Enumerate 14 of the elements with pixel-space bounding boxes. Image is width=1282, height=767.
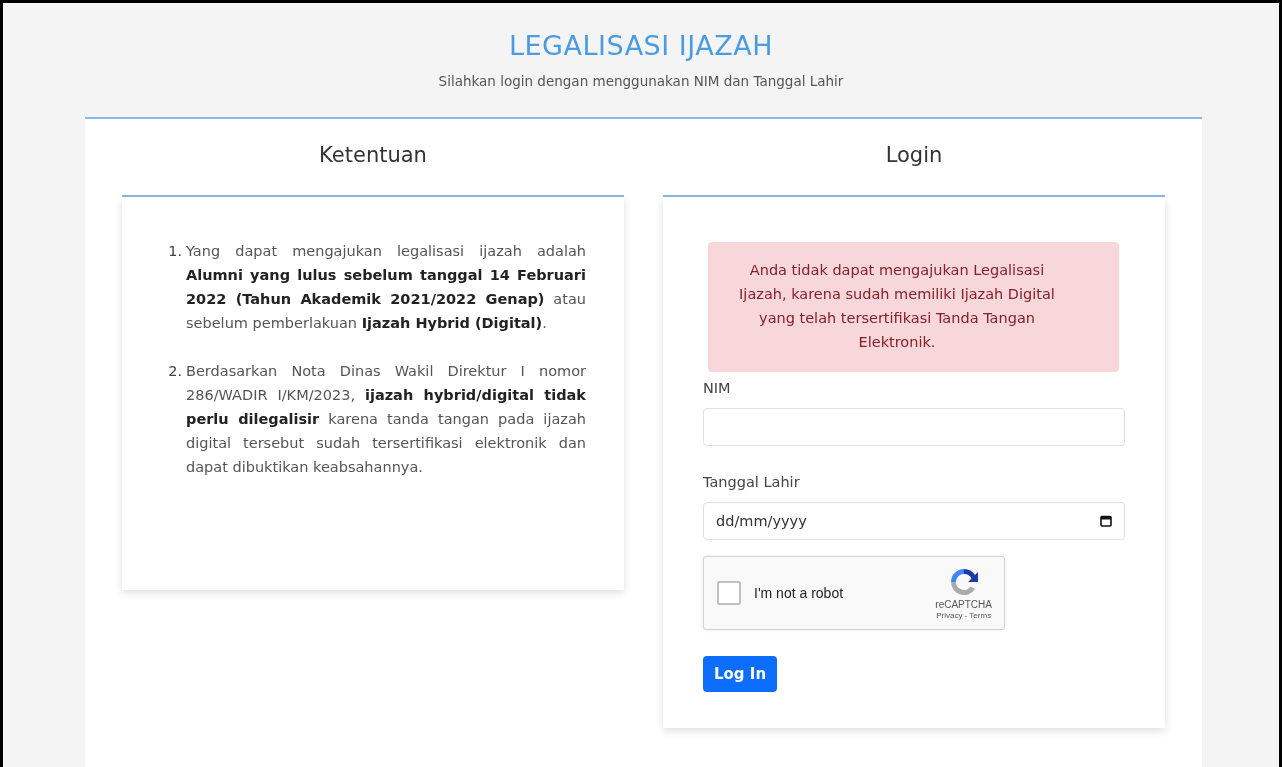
field-label: NIM	[703, 380, 732, 396]
page-subtitle: Silahkan login dengan menggunakan NIM dan Tanggal Lahir	[437, 73, 845, 89]
login-button[interactable]: Log In	[703, 656, 778, 692]
terms-paragraph: Yang dapat mengajukan legalisasi ijazah adalah Alumni yang lulus sebelum tanggal 14 Februari 2022 (Tahun Akademik 2021/2022 Genap) atau sebelum pemberlakuan Ijazah Hybrid (Digital).	[186, 242, 586, 333]
date-input-field[interactable]: dd/mm/yyyy	[703, 502, 1125, 540]
privacy-terms-links[interactable]: Privacy - Terms	[936, 611, 992, 620]
captcha-label: I'm not a robot	[754, 585, 845, 601]
list-number: 2.	[167, 362, 182, 381]
page-title: LEGALISASI IJAZAH	[508, 30, 774, 61]
field-label: Tanggal Lahir	[703, 474, 801, 490]
terms-paragraph: Berdasarkan Nota Dinas Wakil Direktur I nomor 286/WADIR I/KM/2023, ijazah hybrid/digital tidak perlu dilegalisir karena tanda tangan pada ijazah digital tersebut sudah tersertifikasi elektronik dan dapat dibuktikan keabsahannya.	[186, 362, 586, 477]
error-alert: Anda tidak dapat mengajukan Legalisasi Ijazah, karena sudah memiliki Ijazah Digital yang telah tersertifikasi Tanda Tangan Elektronik.	[708, 242, 1119, 372]
recaptcha-brand: reCAPTCHA	[935, 599, 992, 610]
list-number: 1.	[167, 242, 182, 261]
